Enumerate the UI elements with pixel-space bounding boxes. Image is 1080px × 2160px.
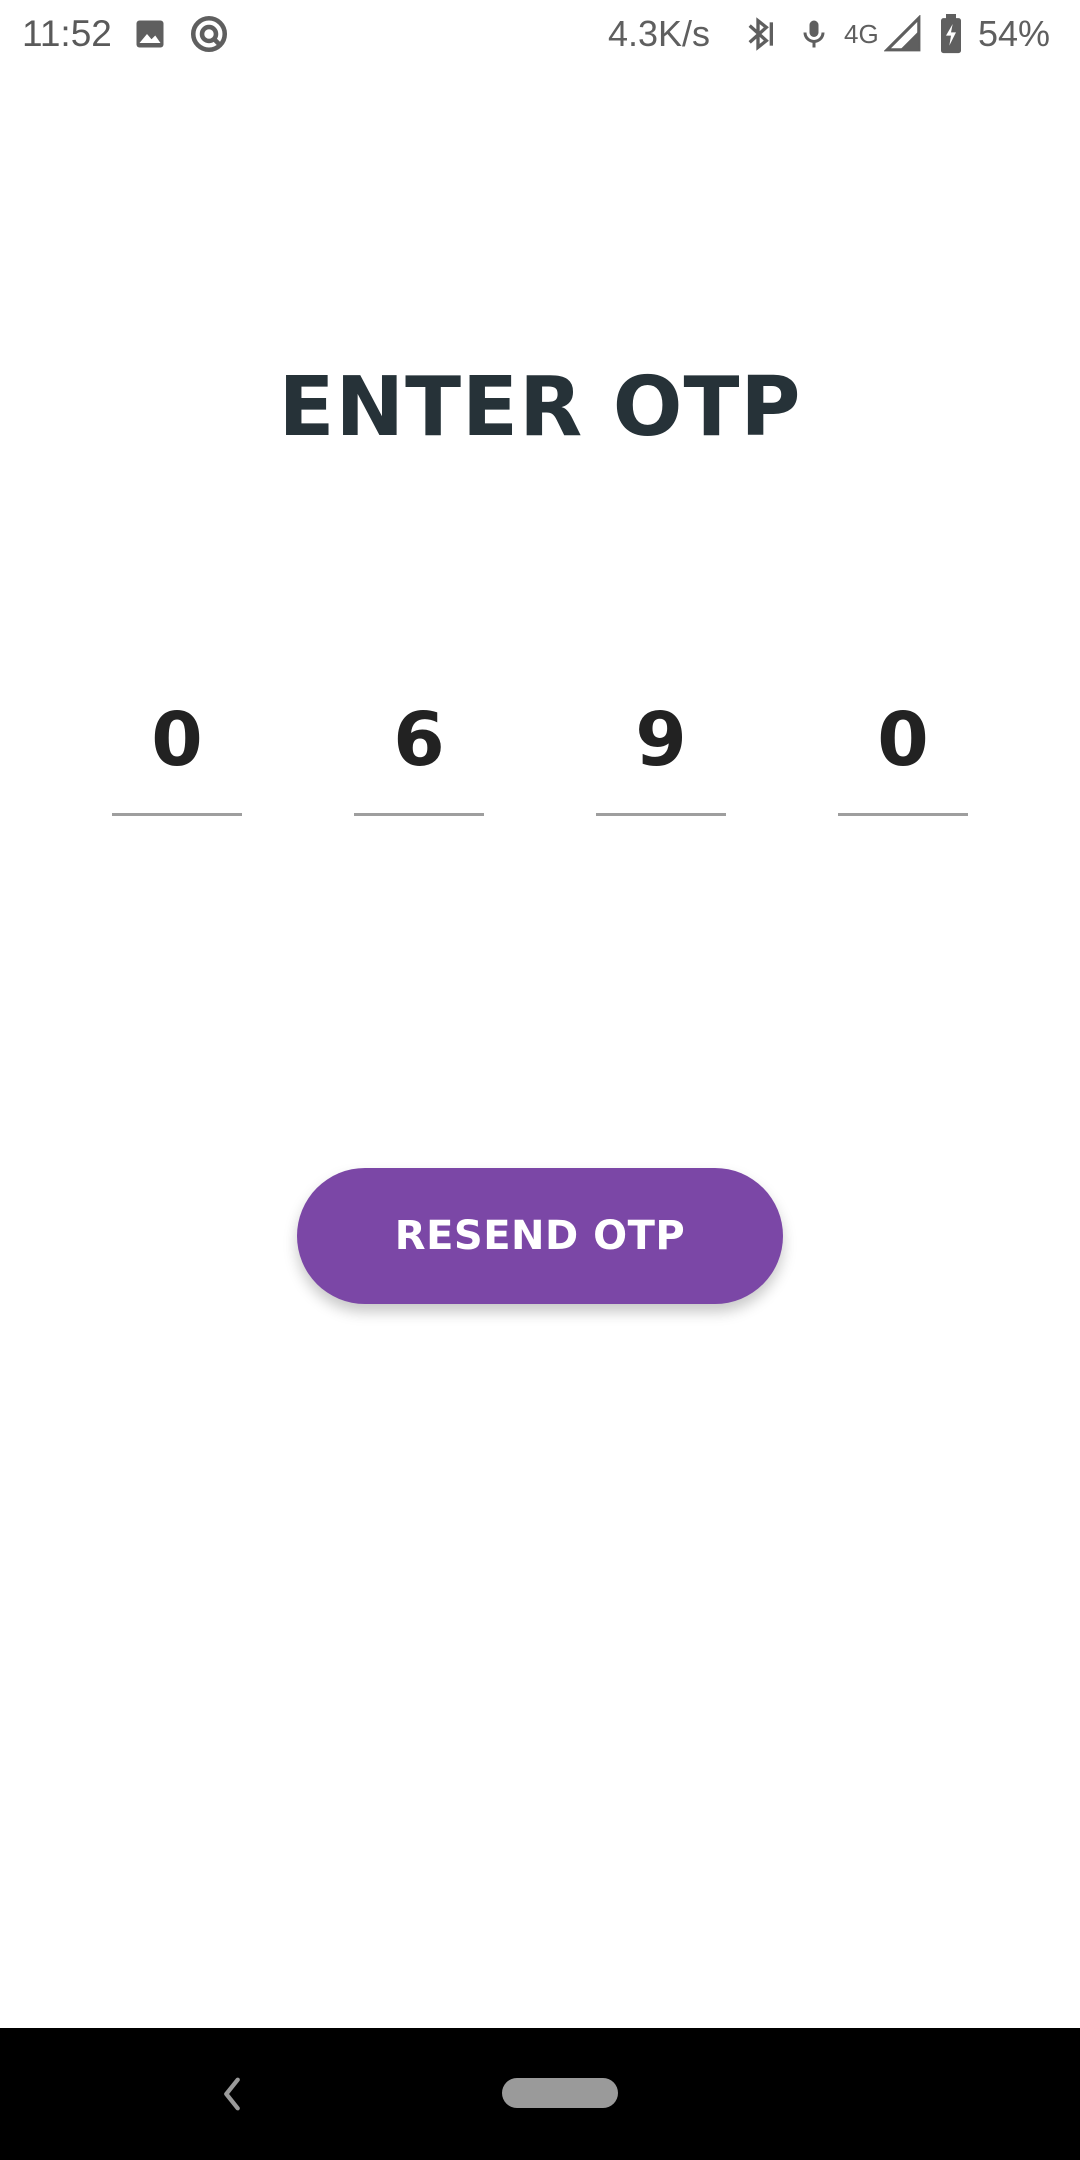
otp-digit-value: 0 (877, 697, 929, 783)
otp-underline (112, 813, 242, 816)
otp-underline (354, 813, 484, 816)
resend-otp-button[interactable]: RESEND OTP (297, 1168, 783, 1304)
signal-icon (884, 0, 922, 68)
otp-underline (596, 813, 726, 816)
network-type: 4G (844, 18, 879, 49)
otp-digit-1[interactable]: 0 (112, 690, 242, 816)
mic-icon (796, 0, 832, 68)
back-icon[interactable] (196, 2058, 268, 2130)
gallery-icon (132, 0, 168, 68)
status-bar: 11:52 4.3K/s 4G 54% (0, 0, 1080, 68)
otp-digit-value: 0 (151, 697, 203, 783)
otp-digit-value: 9 (635, 697, 687, 783)
battery-level: 54% (978, 13, 1051, 54)
otp-screen: 11:52 4.3K/s 4G 54% ENTER OTP 0 6 9 0 RE… (0, 0, 1080, 2160)
otp-digit-value: 6 (393, 697, 445, 783)
otp-underline (838, 813, 968, 816)
otp-digit-2[interactable]: 6 (354, 690, 484, 816)
otp-digit-4[interactable]: 0 (838, 690, 968, 816)
status-time: 11:52 (22, 13, 112, 54)
home-pill-icon[interactable] (502, 2078, 618, 2108)
page-title: ENTER OTP (278, 360, 802, 455)
bluetooth-icon (738, 0, 778, 68)
sync-icon (188, 0, 230, 68)
otp-digit-3[interactable]: 9 (596, 690, 726, 816)
battery-charging-icon (938, 0, 964, 68)
network-speed: 4.3K/s (608, 13, 711, 54)
